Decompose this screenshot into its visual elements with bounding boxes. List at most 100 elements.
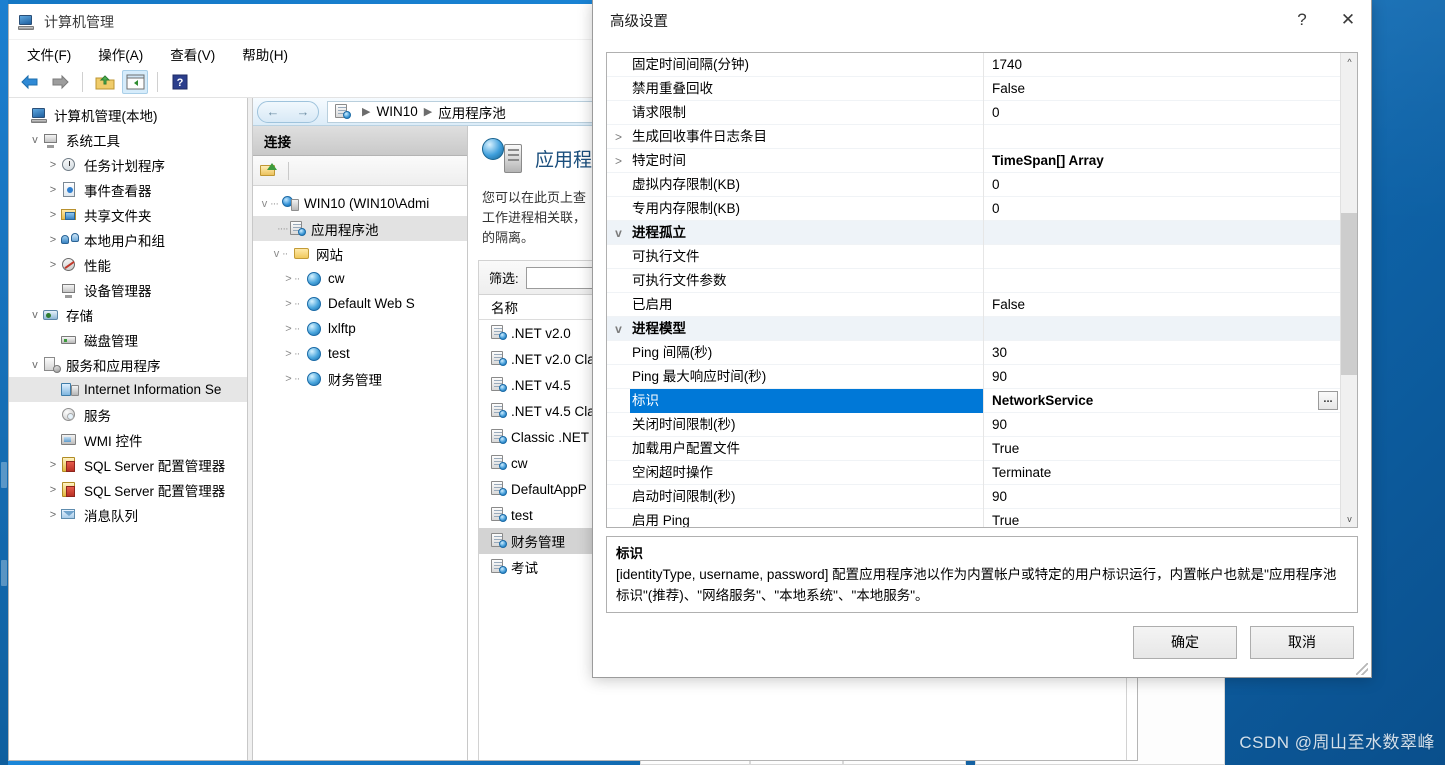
table-row[interactable]: 加载用户配置文件 True	[607, 436, 1340, 461]
table-row[interactable]: 已启用 False	[607, 292, 1340, 317]
scroll-up-icon[interactable]: ^	[1341, 53, 1357, 70]
tree-item-performance[interactable]: > 性能	[9, 252, 247, 277]
tree-item-services[interactable]: 服务	[9, 402, 247, 427]
connect-to-site-icon[interactable]	[260, 162, 277, 179]
tree-item-shared-folders[interactable]: > 共享文件夹	[9, 202, 247, 227]
conn-item-app-pools[interactable]: ···· 应用程序池	[253, 216, 467, 241]
conn-item-site-default-web-site[interactable]: > ·· Default Web S	[253, 291, 467, 316]
tree-item-storage[interactable]: v 存储	[9, 302, 247, 327]
category-row-process-model[interactable]: v 进程模型	[607, 316, 1340, 341]
menu-view[interactable]: 查看(V)	[168, 42, 217, 66]
tree-twisty[interactable]: >	[45, 234, 61, 246]
property-value[interactable]: 90	[983, 484, 1340, 509]
conn-twisty[interactable]: >	[283, 373, 294, 385]
scrollbar-thumb[interactable]	[1341, 213, 1357, 375]
conn-twisty[interactable]: v	[259, 198, 270, 210]
table-row[interactable]: 请求限制 0	[607, 100, 1340, 125]
chevron-down-icon[interactable]: v	[607, 226, 630, 240]
conn-twisty[interactable]: >	[283, 323, 294, 335]
console-tree-pane[interactable]: 计算机管理(本地) v 系统工具 > 任务计划程序 > 事件查看器 > 共享文件…	[9, 98, 248, 760]
ellipsis-button[interactable]: ...	[1318, 390, 1338, 410]
property-value[interactable]: True	[983, 508, 1340, 527]
tree-item-sql-server-config-1[interactable]: > SQL Server 配置管理器	[9, 452, 247, 477]
tree-twisty[interactable]: >	[45, 459, 61, 471]
tree-item-device-manager[interactable]: 设备管理器	[9, 277, 247, 302]
tree-twisty[interactable]: v	[27, 134, 43, 146]
property-grid[interactable]: 固定时间间隔(分钟) 1740 禁用重叠回收 False 请求限制 0 > 生成…	[607, 53, 1340, 527]
property-value[interactable]: TimeSpan[] Array	[983, 148, 1340, 173]
tree-item-disk-management[interactable]: 磁盘管理	[9, 327, 247, 352]
menu-action[interactable]: 操作(A)	[96, 42, 145, 66]
conn-item-sites[interactable]: v ·· 网站	[253, 241, 467, 266]
chevron-down-icon[interactable]: v	[607, 322, 630, 336]
tree-item-iis[interactable]: Internet Information Se	[9, 377, 247, 402]
tree-item-services-and-applications[interactable]: v 服务和应用程序	[9, 352, 247, 377]
table-row[interactable]: Ping 最大响应时间(秒) 90	[607, 364, 1340, 389]
taskbar-button-2[interactable]	[1, 560, 7, 586]
tree-twisty[interactable]: >	[45, 184, 61, 196]
property-value[interactable]: 0	[983, 196, 1340, 221]
iis-nav-buttons[interactable]: ← →	[257, 100, 319, 123]
help-button[interactable]: ?	[167, 70, 193, 94]
up-one-level-button[interactable]	[92, 70, 118, 94]
table-row[interactable]: > 生成回收事件日志条目	[607, 124, 1340, 149]
conn-item-site-lxlftp[interactable]: > ·· lxlftp	[253, 316, 467, 341]
table-row[interactable]: 可执行文件	[607, 244, 1340, 269]
property-value[interactable]	[983, 124, 1340, 149]
property-value[interactable]: False	[983, 292, 1340, 317]
table-row[interactable]: > 特定时间 TimeSpan[] Array	[607, 148, 1340, 173]
cancel-button[interactable]: 取消	[1250, 625, 1354, 659]
category-row-process-orphaning[interactable]: v 进程孤立	[607, 220, 1340, 245]
connections-tree[interactable]: v ··· WIN10 (WIN10\Admi ···· 应用程序池 v ·· …	[253, 186, 467, 760]
iis-forward-icon[interactable]: →	[297, 104, 310, 119]
property-value[interactable]: False	[983, 76, 1340, 101]
table-row[interactable]: 固定时间间隔(分钟) 1740	[607, 53, 1340, 77]
property-value[interactable]: 90	[983, 412, 1340, 437]
property-value[interactable]: 30	[983, 340, 1340, 365]
table-row[interactable]: 启用 Ping True	[607, 508, 1340, 527]
conn-item-site-cw[interactable]: > ·· cw	[253, 266, 467, 291]
table-row-selected-identity[interactable]: 标识 NetworkService ...	[607, 388, 1340, 413]
table-row[interactable]: 专用内存限制(KB) 0	[607, 196, 1340, 221]
tree-twisty[interactable]: >	[45, 259, 61, 271]
chevron-right-icon[interactable]: >	[607, 154, 630, 168]
property-value[interactable]: 90	[983, 364, 1340, 389]
property-value[interactable]: Terminate	[983, 460, 1340, 485]
table-row[interactable]: Ping 间隔(秒) 30	[607, 340, 1340, 365]
chevron-right-icon[interactable]: >	[607, 130, 630, 144]
back-button[interactable]	[17, 70, 43, 94]
table-row[interactable]: 可执行文件参数	[607, 268, 1340, 293]
tree-twisty[interactable]: >	[45, 484, 61, 496]
tree-twisty[interactable]: v	[27, 309, 43, 321]
property-grid-scrollbar[interactable]: ^ v	[1340, 53, 1357, 527]
tree-item-event-viewer[interactable]: > 事件查看器	[9, 177, 247, 202]
forward-button[interactable]	[47, 70, 73, 94]
breadcrumb-server[interactable]: WIN10	[376, 104, 417, 119]
close-icon[interactable]: ✕	[1325, 1, 1371, 40]
table-row[interactable]: 禁用重叠回收 False	[607, 76, 1340, 101]
property-value[interactable]: 0	[983, 100, 1340, 125]
tree-item-computer-management[interactable]: 计算机管理(本地)	[9, 102, 247, 127]
taskbar-button-1[interactable]	[1, 462, 7, 488]
tree-twisty[interactable]: v	[27, 359, 43, 371]
tree-item-task-scheduler[interactable]: > 任务计划程序	[9, 152, 247, 177]
show-hide-console-tree-button[interactable]	[122, 70, 148, 94]
property-value[interactable]: 1740	[983, 53, 1340, 77]
ok-button[interactable]: 确定	[1133, 625, 1237, 659]
table-row[interactable]: 虚拟内存限制(KB) 0	[607, 172, 1340, 197]
help-button[interactable]: ?	[1279, 1, 1325, 40]
conn-item-site-test[interactable]: > ·· test	[253, 341, 467, 366]
tree-item-message-queuing[interactable]: > 消息队列	[9, 502, 247, 527]
breadcrumb-app-pools[interactable]: 应用程序池	[438, 102, 506, 122]
dialog-titlebar[interactable]: 高级设置 ? ✕	[593, 0, 1371, 40]
iis-back-icon[interactable]: ←	[267, 104, 280, 119]
property-value-identity[interactable]: NetworkService ...	[983, 388, 1340, 413]
table-row[interactable]: 启动时间限制(秒) 90	[607, 484, 1340, 509]
conn-twisty[interactable]: v	[271, 248, 282, 260]
scroll-down-icon[interactable]: v	[1341, 510, 1357, 527]
property-value[interactable]	[983, 268, 1340, 293]
tree-twisty[interactable]: >	[45, 209, 61, 221]
menu-file[interactable]: 文件(F)	[25, 42, 73, 66]
tree-item-wmi-control[interactable]: WMI 控件	[9, 427, 247, 452]
table-row[interactable]: 空闲超时操作 Terminate	[607, 460, 1340, 485]
